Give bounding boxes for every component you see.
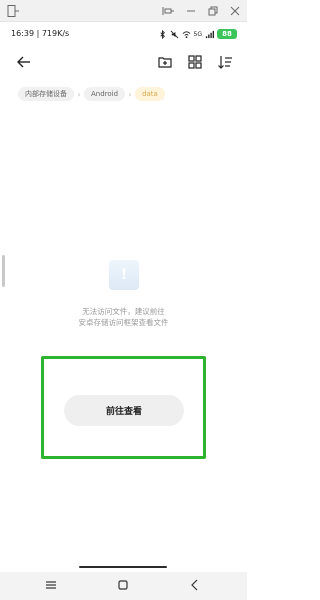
window-side-icon[interactable] [6, 4, 20, 18]
back-arrow-icon[interactable] [16, 54, 32, 70]
status-bar: 16:39 | 719K/s 5G 88 [0, 24, 247, 44]
screen: 16:39 | 719K/s 5G 88 内部存储设备 › Android › … [0, 0, 247, 600]
signal-icon [205, 30, 214, 38]
status-icons: 5G 88 [158, 28, 237, 40]
menu-icon[interactable] [44, 578, 58, 592]
go-view-button[interactable]: 前往查看 [64, 395, 184, 426]
sort-icon[interactable] [217, 54, 233, 70]
chevron-right-icon: › [77, 89, 81, 99]
breadcrumb-android[interactable]: Android [84, 87, 126, 101]
restore-icon[interactable] [206, 4, 220, 18]
empty-state-message: 无法访问文件，建议前往 安卓存储访问框架查看文件 [0, 306, 247, 328]
breadcrumb-internal-storage[interactable]: 内部存储设备 [18, 87, 74, 101]
pin-icon[interactable] [162, 4, 176, 18]
minimize-icon[interactable] [184, 4, 198, 18]
status-time-speed: 16:39 | 719K/s [11, 29, 70, 38]
bluetooth-icon [159, 29, 165, 39]
breadcrumb-data[interactable]: data [135, 87, 165, 101]
home-square-icon[interactable] [116, 578, 130, 592]
gesture-bar[interactable] [79, 566, 167, 568]
empty-state-line-1: 无法访问文件，建议前往 [82, 307, 165, 316]
empty-state-line-2: 安卓存储访问框架查看文件 [78, 318, 169, 327]
navigation-bar [0, 572, 247, 600]
empty-state-illustration: ! [109, 260, 139, 290]
edge-drag-handle[interactable] [2, 255, 5, 287]
wifi-icon [182, 30, 190, 38]
battery-indicator: 88 [217, 29, 237, 39]
window-title-bar [0, 0, 247, 22]
breadcrumb: 内部存储设备 › Android › data [18, 86, 165, 102]
network-type: 5G [193, 30, 202, 38]
mute-icon [170, 30, 178, 38]
exclamation-icon: ! [120, 267, 128, 283]
chevron-right-icon: › [128, 89, 132, 99]
close-icon[interactable] [228, 4, 242, 18]
new-folder-icon[interactable] [157, 54, 173, 70]
back-chevron-icon[interactable] [188, 578, 202, 592]
grid-view-icon[interactable] [187, 54, 203, 70]
toolbar [0, 46, 247, 78]
